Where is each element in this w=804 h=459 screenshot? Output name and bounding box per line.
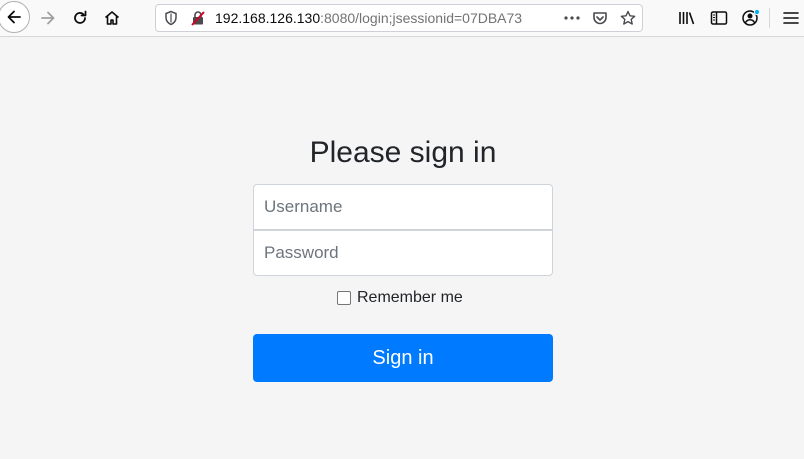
- more-dots-icon[interactable]: [562, 10, 582, 26]
- username-field[interactable]: [253, 184, 553, 230]
- shield-icon[interactable]: [163, 10, 179, 26]
- menu-button[interactable]: [777, 4, 804, 32]
- star-icon[interactable]: [620, 10, 636, 26]
- forward-arrow-icon: [39, 9, 57, 27]
- remember-me-label: Remember me: [357, 289, 463, 306]
- url-text[interactable]: 192.168.126.130:8080/login;jsessionid=07…: [215, 5, 555, 31]
- menu-icon: [783, 11, 799, 25]
- reload-icon: [71, 9, 89, 27]
- forward-button[interactable]: [34, 4, 62, 32]
- browser-toolbar: 192.168.126.130:8080/login;jsessionid=07…: [0, 0, 804, 37]
- url-fade: [528, 5, 558, 31]
- account-icon: [741, 8, 761, 28]
- back-arrow-icon: [5, 8, 23, 26]
- url-host: 192.168.126.130: [215, 10, 321, 26]
- home-icon: [103, 9, 121, 27]
- reload-button[interactable]: [66, 4, 94, 32]
- sign-in-button[interactable]: Sign in: [253, 334, 553, 382]
- library-icon: [678, 10, 696, 26]
- sidebar-button[interactable]: [705, 4, 733, 32]
- back-button[interactable]: [0, 1, 30, 33]
- account-button[interactable]: [737, 4, 765, 32]
- toolbar-separator: [769, 8, 770, 28]
- password-field[interactable]: [253, 230, 553, 276]
- remember-me[interactable]: Remember me: [337, 288, 463, 308]
- page-title: Please sign in: [309, 136, 497, 169]
- home-button[interactable]: [98, 4, 126, 32]
- sidebar-icon: [710, 10, 728, 26]
- address-bar[interactable]: 192.168.126.130:8080/login;jsessionid=07…: [155, 4, 643, 32]
- url-path: :8080/login;jsessionid=07DBA73: [320, 10, 523, 26]
- insecure-lock-icon[interactable]: [190, 10, 206, 26]
- remember-me-checkbox[interactable]: [337, 291, 351, 305]
- library-button[interactable]: [673, 4, 701, 32]
- pocket-icon[interactable]: [592, 10, 608, 26]
